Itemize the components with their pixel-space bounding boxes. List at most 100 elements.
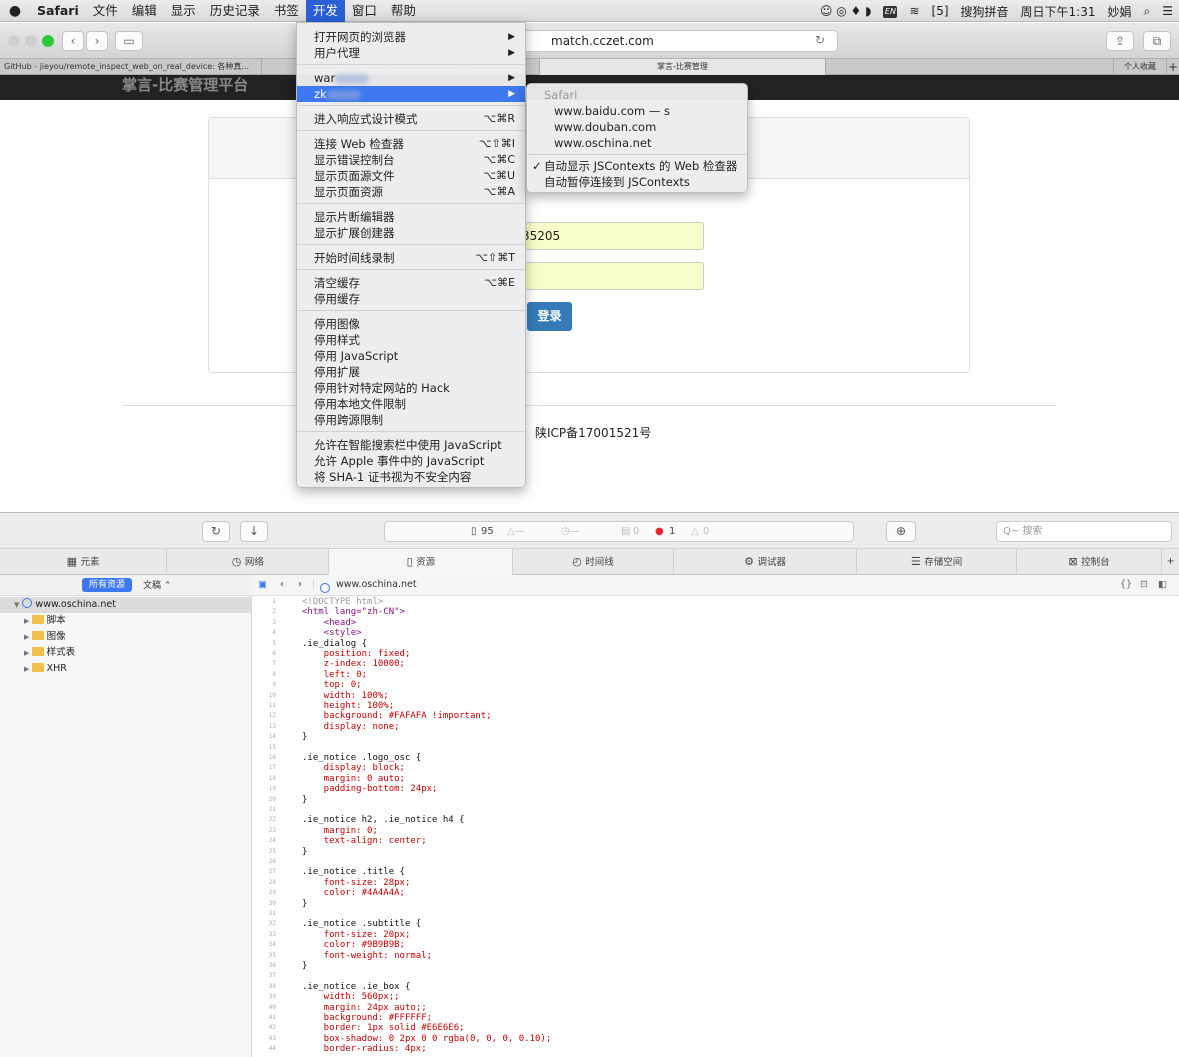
tree-root[interactable]: ▼ www.oschina.net	[0, 597, 252, 613]
new-tab-button[interactable]: +	[1167, 59, 1179, 75]
minimize-window-button[interactable]	[25, 35, 37, 47]
zoom-window-button[interactable]	[42, 35, 54, 47]
apple-icon[interactable]: ●	[0, 3, 30, 19]
submenu-option-1[interactable]: 自动暂停连接到 JSContexts	[527, 174, 747, 190]
develop-menu-item-5-0[interactable]: 开始时间线录制 ⌥⇧⌘T	[297, 250, 525, 266]
develop-menu-item-0-1[interactable]: 用户代理 ▶	[297, 45, 525, 61]
share-icon[interactable]: ⇪	[1106, 31, 1134, 51]
icp-license: 陕ICP备17001521号	[535, 426, 652, 440]
tabs-overview-icon[interactable]: ⧉	[1143, 31, 1171, 51]
develop-menu-item-4-0[interactable]: 显示片断编辑器	[297, 209, 525, 225]
ime-app[interactable]: 搜狗拼音	[955, 3, 1015, 20]
login-button[interactable]: 登录	[527, 302, 572, 331]
submenu-site-2[interactable]: www.oschina.net	[527, 135, 747, 151]
crosshair-icon[interactable]: ⊕	[886, 521, 916, 542]
storage-icon: ☰	[910, 555, 925, 568]
develop-menu-item-7-4[interactable]: 停用针对特定网站的 Hack	[297, 380, 525, 396]
filter-all-resources[interactable]: 所有资源	[82, 578, 132, 592]
inspector-status[interactable]: ▯ 95 △— ◷— ▤ 0 ● 1 △ 0	[384, 521, 854, 542]
sidebar-icon[interactable]: ▭	[115, 31, 143, 51]
develop-menu-item-7-5[interactable]: 停用本地文件限制	[297, 396, 525, 412]
develop-menu-item-8-1[interactable]: 允许 Apple 事件中的 JavaScript	[297, 453, 525, 469]
inspector-search[interactable]: Q~ 搜索	[996, 521, 1172, 542]
forward-arrow-icon[interactable]: ›	[298, 579, 302, 590]
menu-3[interactable]: 显示	[164, 0, 203, 22]
develop-menu-item-2-0[interactable]: 进入响应式设计模式 ⌥⌘R	[297, 111, 525, 127]
download-icon[interactable]: ↓	[240, 521, 268, 542]
details-sidebar-icon[interactable]: ◧	[1158, 579, 1167, 590]
text-mode-icon[interactable]: ⊡	[1140, 579, 1148, 590]
tree-folder-2[interactable]: ▶ 样式表	[0, 645, 252, 661]
menu-2[interactable]: 编辑	[125, 0, 164, 22]
breadcrumb-label[interactable]: www.oschina.net	[336, 579, 417, 590]
inspector-tab-4[interactable]: ⚙ 调试器	[674, 549, 858, 575]
tab-3[interactable]: 掌言-比赛管理	[540, 59, 826, 75]
source-code-view[interactable]: 1 <!DOCTYPE html> 2 <html lang="zh-CN"> 3 <h…	[252, 596, 1179, 1057]
develop-menu-item-1-1[interactable]: zk ▶	[297, 86, 525, 102]
develop-menu-item-4-1[interactable]: 显示扩展创建器	[297, 225, 525, 241]
line-number: 11	[268, 702, 276, 709]
clock[interactable]: 周日下午1:31	[1015, 3, 1102, 20]
submenu-site-1[interactable]: www.douban.com	[527, 119, 747, 135]
notification-center-icon[interactable]: ☰	[1156, 4, 1179, 18]
develop-menu-item-8-0[interactable]: 允许在智能搜索栏中使用 JavaScript	[297, 437, 525, 453]
develop-menu-item-1-0[interactable]: war ▶	[297, 70, 525, 86]
user-name[interactable]: 妙娟	[1101, 3, 1137, 20]
menu-1[interactable]: 文件	[86, 0, 125, 22]
submenu-site-0[interactable]: www.baidu.com — s	[527, 103, 747, 119]
develop-menu-item-3-0[interactable]: 连接 Web 检查器 ⌥⇧⌘I	[297, 136, 525, 152]
folder-icon	[31, 615, 44, 624]
develop-menu-item-6-0[interactable]: 清空缓存 ⌥⌘E	[297, 275, 525, 291]
reload-page-icon[interactable]: ↻	[202, 521, 230, 542]
inspector-tab-1[interactable]: ◷ 网络	[167, 549, 330, 575]
menu-4[interactable]: 历史记录	[203, 0, 267, 22]
develop-menu-item-3-1[interactable]: 显示错误控制台 ⌥⌘C	[297, 152, 525, 168]
navigation-sidebar-icon[interactable]: ▣	[258, 579, 267, 590]
develop-menu-item-7-2[interactable]: 停用 JavaScript	[297, 348, 525, 364]
tab-4[interactable]	[826, 59, 1114, 75]
develop-menu-item-7-6[interactable]: 停用跨源限制	[297, 412, 525, 428]
forward-button[interactable]: ›	[86, 31, 108, 51]
develop-menu-item-8-2[interactable]: 将 SHA-1 证书视为不安全内容	[297, 469, 525, 485]
menu-7[interactable]: 窗口	[345, 0, 384, 22]
tree-folder-3[interactable]: ▶ XHR	[0, 661, 252, 677]
wifi-icon[interactable]: ≋	[903, 4, 925, 18]
develop-menu-item-0-0[interactable]: 打开网页的浏览器 ▶	[297, 29, 525, 45]
inspector-tab-2[interactable]: ▯ 资源	[329, 549, 514, 575]
filter-documents[interactable]: 文稿 ⌃	[143, 578, 171, 591]
develop-menu-item-7-3[interactable]: 停用扩展	[297, 364, 525, 380]
line-number: 6	[272, 650, 276, 657]
develop-menu-item-7-0[interactable]: 停用图像	[297, 316, 525, 332]
inspector-tab-3[interactable]: ◴ 时间线	[513, 549, 674, 575]
menu-separator	[297, 105, 525, 106]
inspector-tab-6[interactable]: ⊠ 控制台	[1017, 549, 1163, 575]
develop-menu-item-3-3[interactable]: 显示页面资源 ⌥⌘A	[297, 184, 525, 200]
reload-icon[interactable]: ↻	[815, 33, 825, 47]
menu-5[interactable]: 书签	[267, 0, 306, 22]
ime-icon[interactable]: EN	[877, 4, 903, 18]
back-arrow-icon[interactable]: ‹	[280, 579, 284, 590]
submenu-option-0[interactable]: ✓ 自动显示 JSContexts 的 Web 检查器	[527, 158, 747, 174]
develop-menu-item-6-1[interactable]: 停用缓存	[297, 291, 525, 307]
inspector-tab-0[interactable]: ▦ 元素	[0, 549, 168, 575]
pretty-print-icon[interactable]: {}	[1120, 579, 1132, 590]
menu-6[interactable]: 开发	[305, 0, 345, 22]
back-button[interactable]: ‹	[62, 31, 84, 51]
battery-icon[interactable]: [5]	[926, 4, 955, 18]
spotlight-icon[interactable]: ⌕	[1138, 4, 1157, 19]
menu-8[interactable]: 帮助	[384, 0, 423, 22]
inspector-add-tab-button[interactable]: +	[1162, 549, 1179, 575]
status-icons[interactable]: ☺ ◎ ♦ ◗	[814, 4, 878, 18]
username-value: 35205	[522, 229, 561, 243]
inspector-tab-label: 存储空间	[924, 557, 963, 568]
tab-5[interactable]: 个人收藏	[1114, 59, 1167, 75]
tree-folder-1[interactable]: ▶ 图像	[0, 629, 252, 645]
menu-0[interactable]: Safari	[30, 0, 86, 22]
menu-item-shortcut: ⌥⌘U	[483, 169, 515, 182]
inspector-tab-5[interactable]: ☰ 存储空间	[857, 549, 1017, 575]
tree-folder-0[interactable]: ▶ 脚本	[0, 613, 252, 629]
close-window-button[interactable]	[8, 35, 20, 47]
develop-menu-item-7-1[interactable]: 停用样式	[297, 332, 525, 348]
tab-0[interactable]: GitHub - jieyou/remote_inspect_web_on_re…	[0, 59, 262, 75]
develop-menu-item-3-2[interactable]: 显示页面源文件 ⌥⌘U	[297, 168, 525, 184]
